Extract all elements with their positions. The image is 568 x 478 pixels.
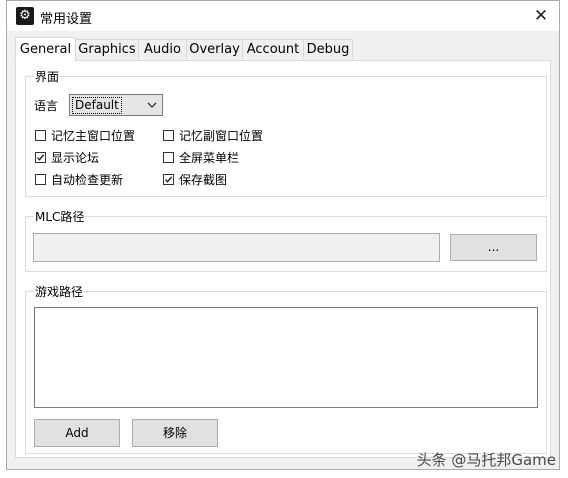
- watermark: 头条 @马托邦Game: [416, 451, 556, 469]
- tab-overlay[interactable]: Overlay: [186, 39, 243, 59]
- mlc-path-input[interactable]: [33, 233, 440, 262]
- checkbox-label: 全屏菜单栏: [179, 151, 240, 165]
- add-game-path-button[interactable]: Add: [34, 419, 120, 447]
- game-paths-group-label: 游戏路径: [34, 283, 85, 300]
- tab-graphics[interactable]: Graphics: [75, 39, 139, 59]
- checkmark-icon: [165, 176, 173, 183]
- tab-audio[interactable]: Audio: [138, 39, 187, 59]
- close-button[interactable]: ✕: [527, 3, 555, 29]
- game-paths-list[interactable]: [34, 307, 538, 408]
- title-bar[interactable]: ⚙ 常用设置 ✕: [7, 1, 559, 31]
- remove-game-path-button[interactable]: 移除: [132, 419, 218, 447]
- tab-debug[interactable]: Debug: [303, 39, 353, 59]
- interface-group-label: 界面: [34, 68, 61, 85]
- tab-general[interactable]: General: [15, 37, 76, 62]
- window-title: 常用设置: [40, 12, 93, 27]
- language-label: 语言: [34, 99, 59, 113]
- checkbox-box: [163, 130, 174, 141]
- checkbox-label: 记忆副窗口位置: [179, 129, 264, 143]
- checkbox-label: 记忆主窗口位置: [51, 129, 136, 143]
- language-select[interactable]: Default: [69, 94, 163, 116]
- interface-group: 界面 语言 Default 记忆主窗口位置 记忆副窗口位置 显示论坛 全屏菜单栏…: [25, 68, 547, 197]
- mlc-path-group: MLC路径 ...: [25, 208, 547, 272]
- checkmark-icon: [37, 154, 45, 161]
- checkbox-label: 保存截图: [179, 173, 228, 187]
- game-paths-group: 游戏路径 Add 移除: [25, 283, 547, 454]
- checkbox-box: [163, 152, 174, 163]
- mlc-path-group-label: MLC路径: [34, 208, 86, 225]
- gear-icon: ⚙: [16, 7, 34, 25]
- tab-account[interactable]: Account: [242, 39, 304, 59]
- checkbox-label: 显示论坛: [51, 151, 100, 165]
- checkbox-label: 自动检查更新: [51, 173, 124, 187]
- settings-window: ⚙ 常用设置 ✕ Graphics Audio Overlay Account …: [6, 0, 560, 470]
- checkbox-box: [35, 152, 46, 163]
- language-select-value: Default: [72, 97, 122, 114]
- general-tab-panel: 界面 语言 Default 记忆主窗口位置 记忆副窗口位置 显示论坛 全屏菜单栏…: [15, 60, 551, 458]
- checkbox-box: [35, 130, 46, 141]
- chevron-down-icon: [147, 102, 157, 108]
- checkbox-box: [35, 174, 46, 185]
- browse-mlc-path-button[interactable]: ...: [450, 234, 537, 261]
- checkbox-box: [163, 174, 174, 185]
